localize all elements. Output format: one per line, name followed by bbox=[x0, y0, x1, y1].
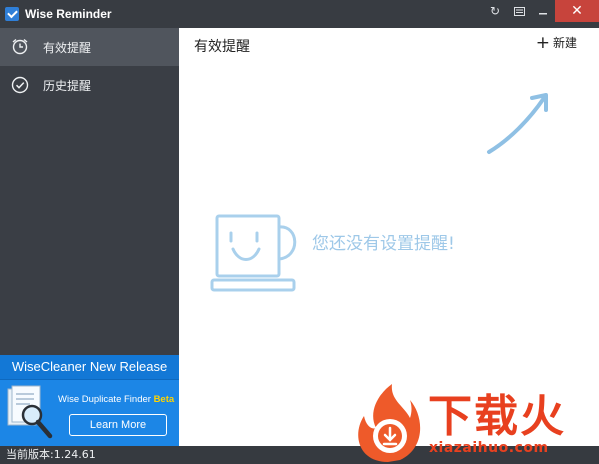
arrow-hint-icon bbox=[487, 93, 548, 154]
title-bar: Wise Reminder ↻ ✕ bbox=[0, 0, 599, 28]
promo-product-name: Wise Duplicate Finder bbox=[58, 394, 151, 405]
plus-icon: + bbox=[535, 32, 550, 53]
close-icon[interactable]: ✕ bbox=[555, 0, 599, 22]
empty-state-message: 您还没有设置提醒! bbox=[312, 234, 455, 254]
sidebar: 有效提醒 历史提醒 bbox=[0, 28, 179, 355]
minimize-icon[interactable] bbox=[531, 0, 555, 22]
promo-banner[interactable]: WiseCleaner New Release Wise Duplicate F… bbox=[0, 355, 179, 446]
version-label: 当前版本:1.24.61 bbox=[6, 448, 96, 461]
duplicate-finder-logo-icon bbox=[7, 385, 53, 439]
learn-more-button[interactable]: Learn More bbox=[69, 414, 167, 436]
app-logo-icon bbox=[5, 7, 19, 21]
page-title: 有效提醒 bbox=[194, 39, 250, 55]
beta-badge: Beta bbox=[153, 394, 175, 405]
check-circle-icon bbox=[11, 76, 29, 94]
window-controls: ↻ ✕ bbox=[483, 0, 599, 22]
promo-product: Wise Duplicate Finder Beta bbox=[58, 394, 174, 405]
sidebar-item-label: 有效提醒 bbox=[43, 40, 92, 55]
sidebar-item-history-reminders[interactable]: 历史提醒 bbox=[0, 66, 179, 104]
new-reminder-button[interactable]: + 新建 bbox=[536, 34, 577, 51]
coffee-cup-icon bbox=[210, 214, 297, 292]
alarm-clock-icon bbox=[12, 38, 28, 55]
sidebar-item-active-reminders[interactable]: 有效提醒 bbox=[0, 28, 179, 66]
watermark-url: xiazaihuo.com bbox=[429, 440, 549, 456]
menu-icon[interactable] bbox=[507, 0, 531, 22]
promo-title: WiseCleaner New Release bbox=[0, 355, 179, 380]
new-reminder-label: 新建 bbox=[552, 36, 577, 50]
flame-logo-icon bbox=[358, 384, 421, 462]
window-title: Wise Reminder bbox=[25, 7, 112, 21]
sidebar-item-label: 历史提醒 bbox=[43, 78, 92, 93]
watermark-brand: 下载火 bbox=[428, 391, 566, 442]
refresh-icon[interactable]: ↻ bbox=[483, 0, 507, 22]
